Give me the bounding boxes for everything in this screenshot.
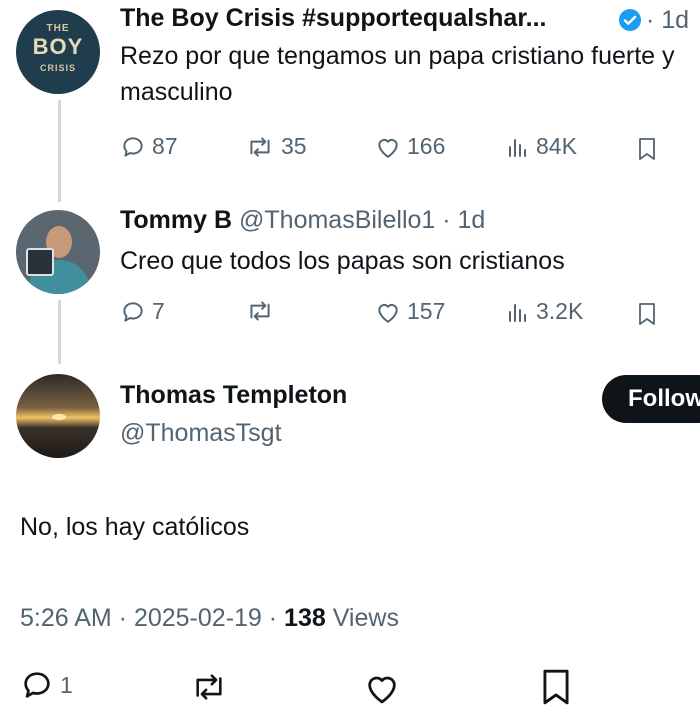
reply-icon	[120, 134, 146, 160]
avatar-sun	[52, 414, 66, 420]
reply-button[interactable]: 1	[20, 668, 73, 702]
views-count: 138	[284, 604, 326, 632]
verified-badge-icon	[618, 8, 642, 37]
like-button[interactable]: 157	[375, 298, 445, 325]
repost-icon[interactable]	[188, 670, 230, 709]
tweet-text: Creo que todos los papas son cristianos	[120, 247, 565, 275]
views-button[interactable]: 3.2K	[506, 298, 583, 325]
author-name[interactable]: Tommy B	[120, 206, 232, 234]
tweet-timestamp[interactable]: 5:26 AM · 2025-02-19 ·	[20, 604, 284, 632]
heart-icon	[375, 300, 401, 324]
author-handle[interactable]: @ThomasTsgt	[120, 419, 282, 448]
tweet-text: No, los hay católicos	[20, 513, 250, 541]
follow-button[interactable]: Follow	[602, 375, 700, 423]
reply-icon	[20, 668, 54, 702]
author-line: Tommy B @ThomasBilello1 · 1d	[120, 206, 485, 235]
avatar-the-boy-crisis[interactable]: THE BOY CRISIS	[16, 10, 100, 94]
avatar-tommy-b[interactable]	[16, 210, 100, 294]
tweet-meta: 5:26 AM · 2025-02-19 · 138 Views	[20, 604, 399, 633]
reply-count: 1	[60, 671, 73, 698]
avatar-logo	[26, 248, 54, 276]
avatar-text-mid: BOY	[32, 34, 84, 59]
reply-count: 7	[152, 298, 165, 324]
author-name[interactable]: Thomas Templeton	[120, 381, 347, 410]
avatar-text-top: THE	[46, 23, 70, 34]
like-count: 166	[407, 133, 446, 159]
bookmark-icon[interactable]	[636, 302, 658, 331]
author-handle[interactable]: @ThomasBilello1 · 1d	[239, 206, 485, 234]
views-button[interactable]: 84K	[506, 133, 577, 160]
bookmark-icon[interactable]	[636, 137, 658, 166]
tweet-text: Rezo por que tengamos un papa cristiano …	[120, 42, 675, 106]
avatar-thomas-templeton[interactable]	[16, 374, 100, 458]
bookmark-icon[interactable]	[540, 668, 572, 711]
repost-count: 35	[281, 133, 307, 159]
reply-button[interactable]: 7	[120, 298, 165, 325]
author-name[interactable]: The Boy Crisis #supportequalshar...	[120, 4, 547, 33]
analytics-icon	[506, 300, 530, 324]
repost-icon	[245, 134, 275, 160]
reply-button[interactable]: 87	[120, 133, 178, 160]
thread-line	[58, 300, 61, 364]
analytics-icon	[506, 135, 530, 159]
views-count: 84K	[536, 133, 577, 159]
like-count: 157	[407, 298, 446, 324]
avatar-text-bottom: CRISIS	[39, 63, 76, 73]
views-label: Views	[325, 604, 399, 632]
heart-icon[interactable]	[362, 671, 402, 710]
heart-icon	[375, 135, 401, 159]
repost-button[interactable]	[245, 298, 275, 324]
reply-count: 87	[152, 133, 178, 159]
thread-line	[58, 100, 61, 202]
tweet-time[interactable]: · 1d	[646, 6, 689, 35]
repost-button[interactable]: 35	[245, 133, 307, 160]
repost-icon	[245, 298, 275, 324]
views-count: 3.2K	[536, 298, 584, 324]
reply-icon	[120, 299, 146, 325]
like-button[interactable]: 166	[375, 133, 445, 160]
